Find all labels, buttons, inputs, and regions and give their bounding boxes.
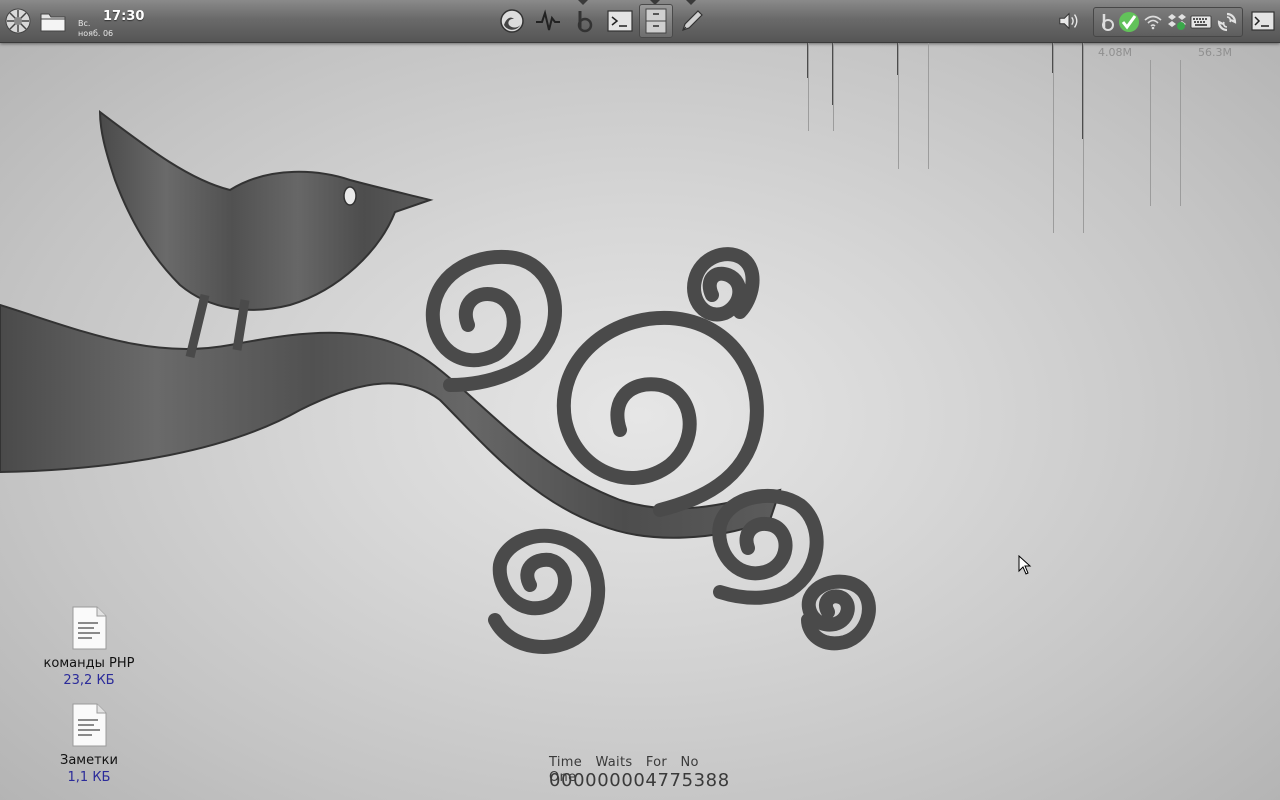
- launcher-terminal[interactable]: [603, 4, 637, 38]
- clock-date: нояб. 06: [78, 29, 114, 38]
- wifi-icon: [1144, 15, 1162, 30]
- tray-beep[interactable]: [1096, 11, 1118, 33]
- beep-icon: [577, 11, 593, 33]
- top-panel: 17:30 Вс. нояб. 06: [0, 0, 1280, 43]
- mouse-cursor-icon: [1018, 555, 1032, 575]
- tray-terminal-button[interactable]: [1250, 10, 1276, 32]
- desktop-counter: 000000004775388: [549, 770, 730, 791]
- system-tray: [1093, 7, 1243, 37]
- tray-wifi[interactable]: [1142, 11, 1164, 33]
- dropbox-icon: [1168, 14, 1186, 30]
- launcher-file-cabinet[interactable]: [639, 4, 673, 38]
- launcher-beep[interactable]: [567, 4, 601, 38]
- tray-checkmark[interactable]: [1118, 11, 1140, 33]
- system-monitor-icon: [536, 9, 560, 31]
- conky-up-rate: 56.3M: [1198, 46, 1232, 59]
- desktop-file-php-commands[interactable]: команды PHP 23,2 КБ: [34, 606, 144, 688]
- update-icon: [1217, 12, 1237, 32]
- launcher-pen[interactable]: [675, 4, 709, 38]
- volume-button[interactable]: [1058, 10, 1080, 32]
- home-folder-button[interactable]: [38, 5, 68, 37]
- wallpaper-bird-branch: [0, 109, 876, 654]
- volume-icon: [1059, 12, 1078, 30]
- text-document-icon: [72, 703, 107, 747]
- beep-tray-icon: [1102, 14, 1114, 31]
- desktop-file-name: Заметки: [60, 753, 118, 768]
- menu-flower-icon: [5, 8, 31, 34]
- clock-time: 17:30: [103, 9, 145, 24]
- conky-down-rate: 4.08M: [1098, 46, 1132, 59]
- folder-icon: [40, 13, 66, 32]
- firefox-icon: [500, 9, 524, 33]
- desktop-file-size: 23,2 КБ: [63, 673, 115, 688]
- main-menu-button[interactable]: [3, 5, 33, 37]
- desktop-file-size: 1,1 КБ: [67, 770, 111, 785]
- launcher-firefox[interactable]: [495, 4, 529, 38]
- terminal-icon: [607, 10, 633, 32]
- launcher-system-monitor[interactable]: [531, 4, 565, 38]
- tray-keyboard[interactable]: [1190, 11, 1212, 33]
- tray-update[interactable]: [1216, 11, 1238, 33]
- keyboard-icon: [1190, 15, 1212, 29]
- clock-day: Вс.: [78, 19, 91, 28]
- file-cabinet-icon: [645, 8, 667, 34]
- terminal-icon: [1251, 11, 1275, 31]
- pen-icon: [682, 10, 703, 31]
- checkmark-icon: [1119, 12, 1139, 32]
- desktop-file-name: команды PHP: [43, 656, 135, 671]
- text-document-icon: [72, 606, 107, 650]
- panel-clock[interactable]: 17:30 Вс. нояб. 06: [78, 6, 148, 40]
- tray-dropbox[interactable]: [1166, 11, 1188, 33]
- desktop-file-notes[interactable]: Заметки 1,1 КБ: [34, 703, 144, 785]
